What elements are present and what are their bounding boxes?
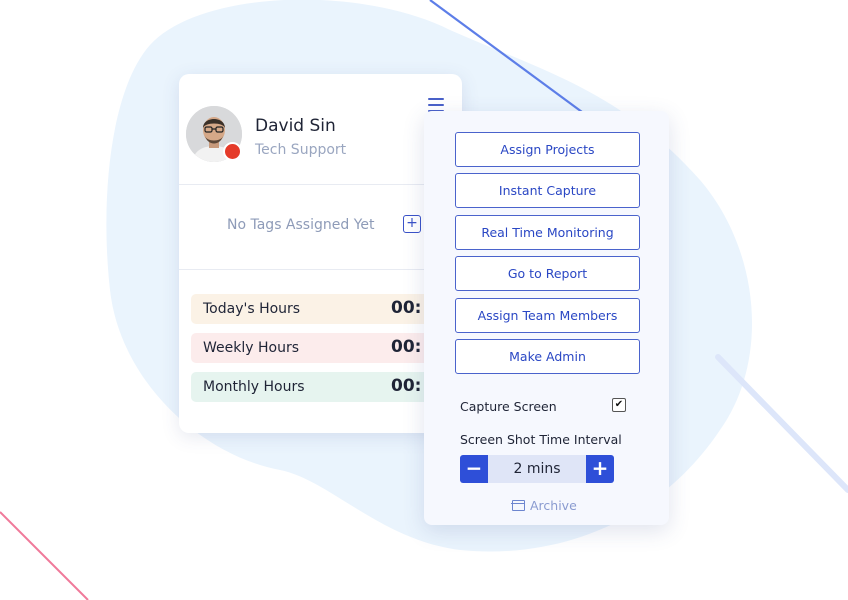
weekly-hours-label: Weekly Hours: [203, 340, 299, 356]
archive-link[interactable]: Archive: [511, 498, 577, 513]
archive-label: Archive: [530, 498, 577, 513]
user-name: David Sin: [255, 116, 336, 136]
add-tag-plus-icon[interactable]: +: [403, 215, 421, 233]
user-role: Tech Support: [255, 142, 347, 158]
go-to-report-button[interactable]: Go to Report: [455, 256, 640, 291]
make-admin-button[interactable]: Make Admin: [455, 339, 640, 374]
tags-empty-text: No Tags Assigned Yet: [227, 217, 375, 233]
monthly-hours-row: Monthly Hours 00:: [191, 372, 451, 402]
status-indicator: [223, 142, 242, 161]
monthly-hours-value: 00:: [391, 376, 422, 396]
capture-screen-label: Capture Screen: [460, 399, 557, 414]
weekly-hours-row: Weekly Hours 00:: [191, 333, 451, 363]
increase-button[interactable]: +: [586, 455, 614, 483]
weekly-hours-value: 00:: [391, 337, 422, 357]
interval-value: 2 mins: [488, 455, 586, 483]
real-time-monitoring-button[interactable]: Real Time Monitoring: [455, 215, 640, 250]
divider: [179, 184, 462, 185]
instant-capture-button[interactable]: Instant Capture: [455, 173, 640, 208]
assign-projects-button[interactable]: Assign Projects: [455, 132, 640, 167]
today-hours-label: Today's Hours: [203, 301, 301, 317]
assign-team-members-button[interactable]: Assign Team Members: [455, 298, 640, 333]
interval-stepper: − 2 mins +: [460, 455, 614, 483]
actions-dropdown: Assign Projects Instant Capture Real Tim…: [424, 111, 669, 525]
archive-icon: [511, 500, 525, 511]
interval-label: Screen Shot Time Interval: [460, 432, 622, 447]
hamburger-icon[interactable]: [428, 98, 444, 112]
divider: [179, 269, 462, 270]
decrease-button[interactable]: −: [460, 455, 488, 483]
user-card: David Sin Tech Support No Tags Assigned …: [179, 74, 462, 433]
today-hours-value: 00:: [391, 298, 422, 318]
capture-screen-checkbox[interactable]: ✔: [612, 398, 626, 412]
monthly-hours-label: Monthly Hours: [203, 379, 305, 395]
today-hours-row: Today's Hours 00:: [191, 294, 451, 324]
